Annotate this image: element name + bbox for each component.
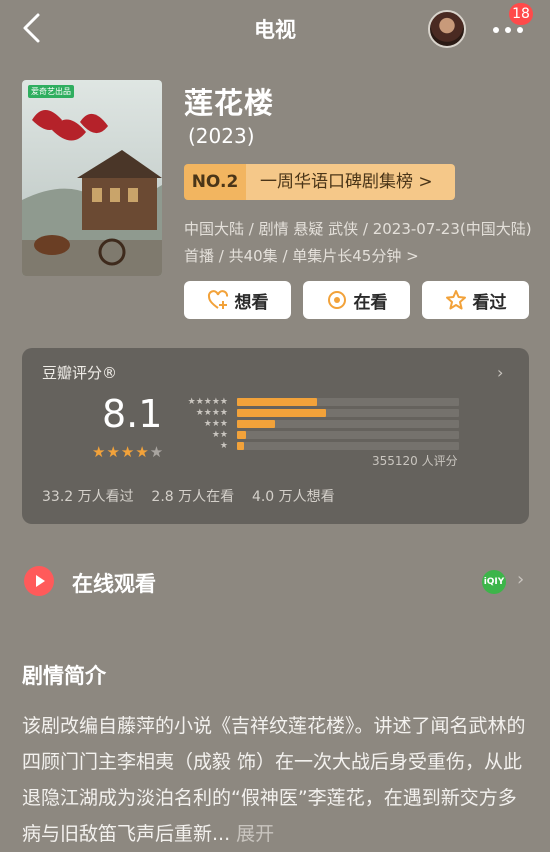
star-level-label: ★	[219, 441, 228, 451]
distribution-bar	[237, 442, 244, 450]
chevron-right-icon[interactable]: ›	[517, 569, 524, 590]
rating-stars: ★★★★★	[92, 443, 164, 461]
rater-count: 355120 人评分	[372, 454, 458, 468]
star-level-label: ★★★★★	[187, 397, 228, 407]
chevron-right-icon: ›	[497, 363, 504, 382]
watched-label: 看过	[472, 292, 507, 313]
star-icon	[445, 290, 466, 310]
want-button[interactable]: 想看	[184, 281, 291, 319]
empty-star: ★	[149, 443, 165, 461]
distribution-bar	[237, 420, 275, 428]
expand-link[interactable]: 展开	[236, 823, 274, 845]
distribution-bar	[237, 398, 317, 406]
rating-score: 8.1	[102, 392, 163, 436]
iqiyi-logo-icon[interactable]: iQIY	[482, 570, 506, 594]
distribution-bar	[237, 409, 326, 417]
poster-tag: 爱奇艺出品	[28, 85, 74, 98]
page-title: 电视	[254, 18, 296, 42]
show-meta[interactable]: 中国大陆 / 剧情 悬疑 武侠 / 2023-07-23(中国大陆) 首播 / …	[184, 216, 534, 270]
heart-plus-icon	[207, 290, 228, 309]
distribution-bar-track	[237, 442, 459, 450]
summary-title: 剧情简介	[22, 664, 106, 688]
watched-button[interactable]: 看过	[422, 281, 529, 319]
notification-badge: 18	[509, 3, 533, 25]
filled-stars: ★★★★	[92, 443, 150, 461]
poster-image[interactable]	[22, 80, 162, 276]
watch-stats: 33.2 万人看过 2.8 万人在看 4.0 万人想看	[42, 489, 335, 505]
distribution-bar	[237, 431, 246, 439]
show-year: (2023)	[188, 124, 255, 148]
distribution-bar-track	[237, 431, 459, 439]
rank-number: NO.2	[184, 164, 246, 200]
star-level-label: ★★★★	[195, 408, 228, 418]
watching-icon	[327, 291, 346, 309]
watch-online-label[interactable]: 在线观看	[72, 568, 156, 598]
star-level-label: ★★★	[203, 419, 228, 429]
watching-label: 在看	[353, 292, 388, 313]
summary-text: 该剧改编自藤萍的小说《吉祥纹莲花楼》。讲述了闻名武林的四顾门门主李相夷（成毅 饰…	[22, 708, 532, 852]
avatar[interactable]	[428, 10, 466, 48]
rating-label: 豆瓣评分®	[42, 364, 118, 382]
rank-badge[interactable]: NO.2 一周华语口碑剧集榜 >	[184, 164, 455, 200]
rank-text: 一周华语口碑剧集榜 >	[246, 164, 455, 200]
star-level-label: ★★	[211, 430, 228, 440]
watching-button[interactable]: 在看	[303, 281, 410, 319]
play-icon[interactable]	[24, 566, 54, 596]
want-label: 想看	[234, 292, 269, 313]
show-title: 莲花楼	[184, 86, 275, 120]
